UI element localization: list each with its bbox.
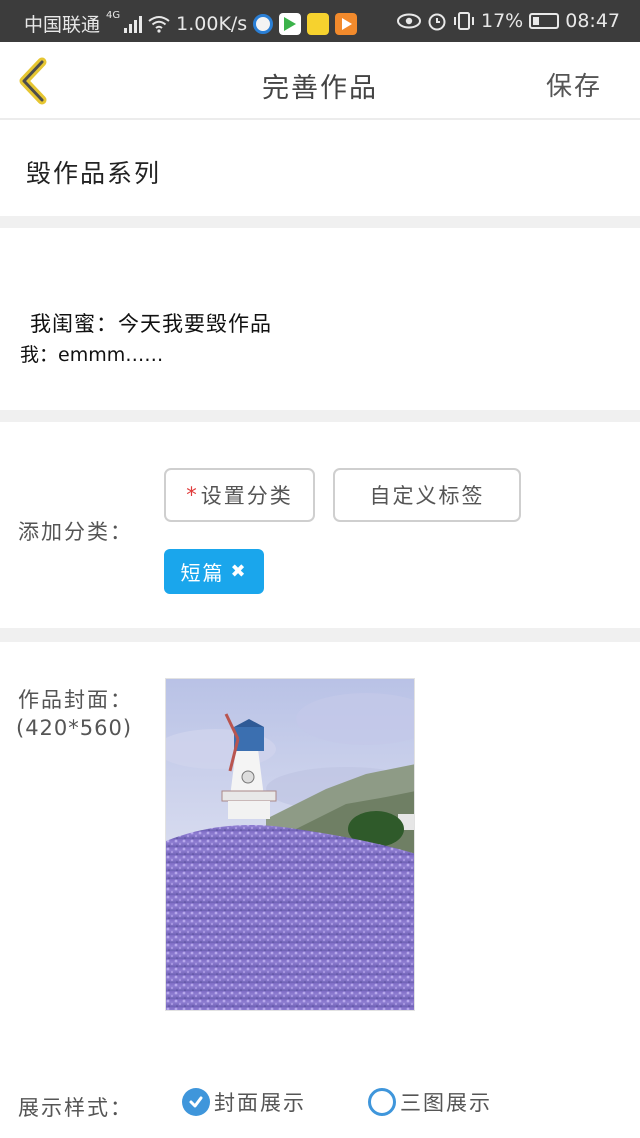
app-icon [307,12,330,35]
status-bar: 中国联通 4G 1.00K/s 17% 08:47 [0,0,640,42]
page-title: 完善作品 [262,73,378,104]
category-section: 添加分类： * 设置分类 自定义标签 短篇 ✖ [0,422,640,628]
app-icon [335,12,358,35]
windmill-photo [166,679,414,1010]
custom-tag-label: 自定义标签 [369,484,485,508]
description-textarea[interactable]: 我闺蜜：今天我要毁作品 我：emmm…… [0,228,640,410]
vibrate-icon [454,12,474,30]
radio-cover-display[interactable]: 封面展示 [182,1087,306,1117]
radio-label: 封面展示 [214,1091,306,1115]
battery-percent: 17% [481,10,524,32]
wifi-icon [148,15,170,33]
radio-label: 三图展示 [400,1091,492,1115]
selected-tag-chip[interactable]: 短篇 ✖ [164,549,264,594]
required-mark: * [186,483,199,507]
series-field[interactable]: 毁作品系列 [0,122,640,216]
custom-tag-button[interactable]: 自定义标签 [333,468,521,522]
close-icon[interactable]: ✖ [230,561,247,582]
cover-image[interactable] [165,678,415,1011]
status-right: 17% 08:47 [397,10,620,32]
app-icon [253,13,274,34]
section-divider [0,216,640,228]
category-label: 添加分类： [18,520,133,544]
set-category-button[interactable]: * 设置分类 [164,468,315,522]
description-line: 我闺蜜：今天我要毁作品 [30,312,272,336]
cover-section: 作品封面： (420*560) 展示样式： 封面展示 三图展示 [0,642,640,1138]
app-icon [279,12,302,35]
checkmark-icon [182,1088,210,1116]
radio-three-display[interactable]: 三图展示 [368,1087,492,1117]
network-speed: 1.00K/s [176,12,248,35]
description-line: 我：emmm…… [20,344,164,366]
set-category-label: 设置分类 [200,484,293,508]
signal-icon [124,15,143,33]
cover-label: 作品封面： [18,688,133,712]
section-divider [0,628,640,642]
cover-size-hint: (420*560) [16,716,133,740]
network-type: 4G [106,10,121,21]
section-divider [0,410,640,422]
battery-icon [529,13,560,29]
clock-time: 08:47 [565,10,620,32]
alarm-icon [428,13,446,31]
radio-empty-icon [368,1088,396,1116]
tag-label: 短篇 [180,561,225,585]
top-nav-bar: 完善作品 保存 [0,42,640,120]
eye-icon [397,13,421,29]
series-name: 毁作品系列 [26,159,162,188]
display-style-label: 展示样式： [18,1096,133,1120]
carrier-name: 中国联通 [24,14,101,36]
status-left: 中国联通 4G 1.00K/s [24,10,358,37]
save-button[interactable]: 保存 [546,66,602,103]
